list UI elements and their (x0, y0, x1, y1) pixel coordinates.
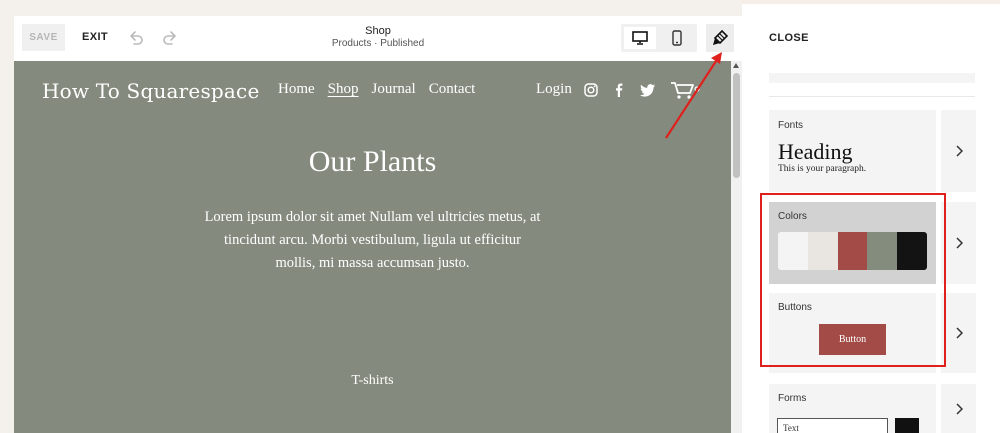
preview-scrollbar[interactable] (731, 61, 742, 433)
nav-item-shop[interactable]: Shop (328, 81, 359, 98)
fonts-label: Fonts (778, 120, 804, 131)
desktop-icon (632, 31, 648, 45)
fonts-expand-button[interactable] (941, 110, 976, 192)
highlight-box (760, 193, 946, 367)
hero-title[interactable]: Our Plants (14, 145, 731, 179)
forms-label: Forms (778, 393, 807, 404)
heading-sample: Heading (778, 139, 853, 164)
scrollbar-thumb[interactable] (733, 73, 740, 178)
paintbrush-icon (713, 29, 729, 45)
twitter-icon[interactable] (640, 82, 656, 98)
category-label[interactable]: T-shirts (14, 373, 731, 389)
sample-form-submit (895, 418, 919, 433)
site-logo[interactable]: How To Squarespace (42, 79, 259, 103)
fonts-card[interactable]: Fonts Heading This is your paragraph. (769, 110, 936, 192)
buttons-expand-button[interactable] (941, 293, 976, 373)
chevron-right-icon (955, 402, 963, 415)
facebook-icon[interactable] (611, 82, 627, 98)
nav-item-journal[interactable]: Journal (372, 81, 416, 98)
left-margin (0, 0, 14, 433)
site-navigation: Home Shop Journal Contact (278, 81, 475, 98)
forms-card[interactable]: Forms Text (769, 384, 936, 433)
hero-paragraph[interactable]: Lorem ipsum dolor sit amet Nullam vel ul… (204, 206, 541, 275)
chevron-right-icon (955, 145, 963, 157)
desktop-view-button[interactable] (624, 27, 656, 49)
mobile-view-button[interactable] (661, 27, 693, 49)
paragraph-sample: This is your paragraph. (778, 164, 867, 174)
forms-expand-button[interactable] (941, 384, 976, 433)
panel-scroll-item[interactable] (769, 73, 975, 83)
sample-form-field: Text (777, 418, 888, 433)
scroll-up-arrow-icon[interactable] (733, 63, 739, 68)
mobile-icon (672, 30, 682, 46)
editor-toolbar: SAVE EXIT Shop Products · Published (14, 16, 742, 61)
login-link[interactable]: Login (536, 81, 572, 98)
chevron-right-icon (955, 237, 963, 249)
cart-icon[interactable] (670, 80, 700, 100)
nav-item-contact[interactable]: Contact (429, 81, 476, 98)
colors-expand-button[interactable] (941, 202, 976, 284)
panel-divider (769, 96, 975, 97)
site-preview[interactable]: How To Squarespace Home Shop Journal Con… (14, 61, 731, 433)
device-view-toggle (621, 24, 697, 52)
chevron-right-icon (955, 327, 963, 339)
site-styles-button[interactable] (706, 24, 734, 52)
instagram-icon[interactable] (583, 82, 599, 98)
close-button[interactable]: CLOSE (769, 32, 809, 44)
nav-item-home[interactable]: Home (278, 81, 315, 98)
